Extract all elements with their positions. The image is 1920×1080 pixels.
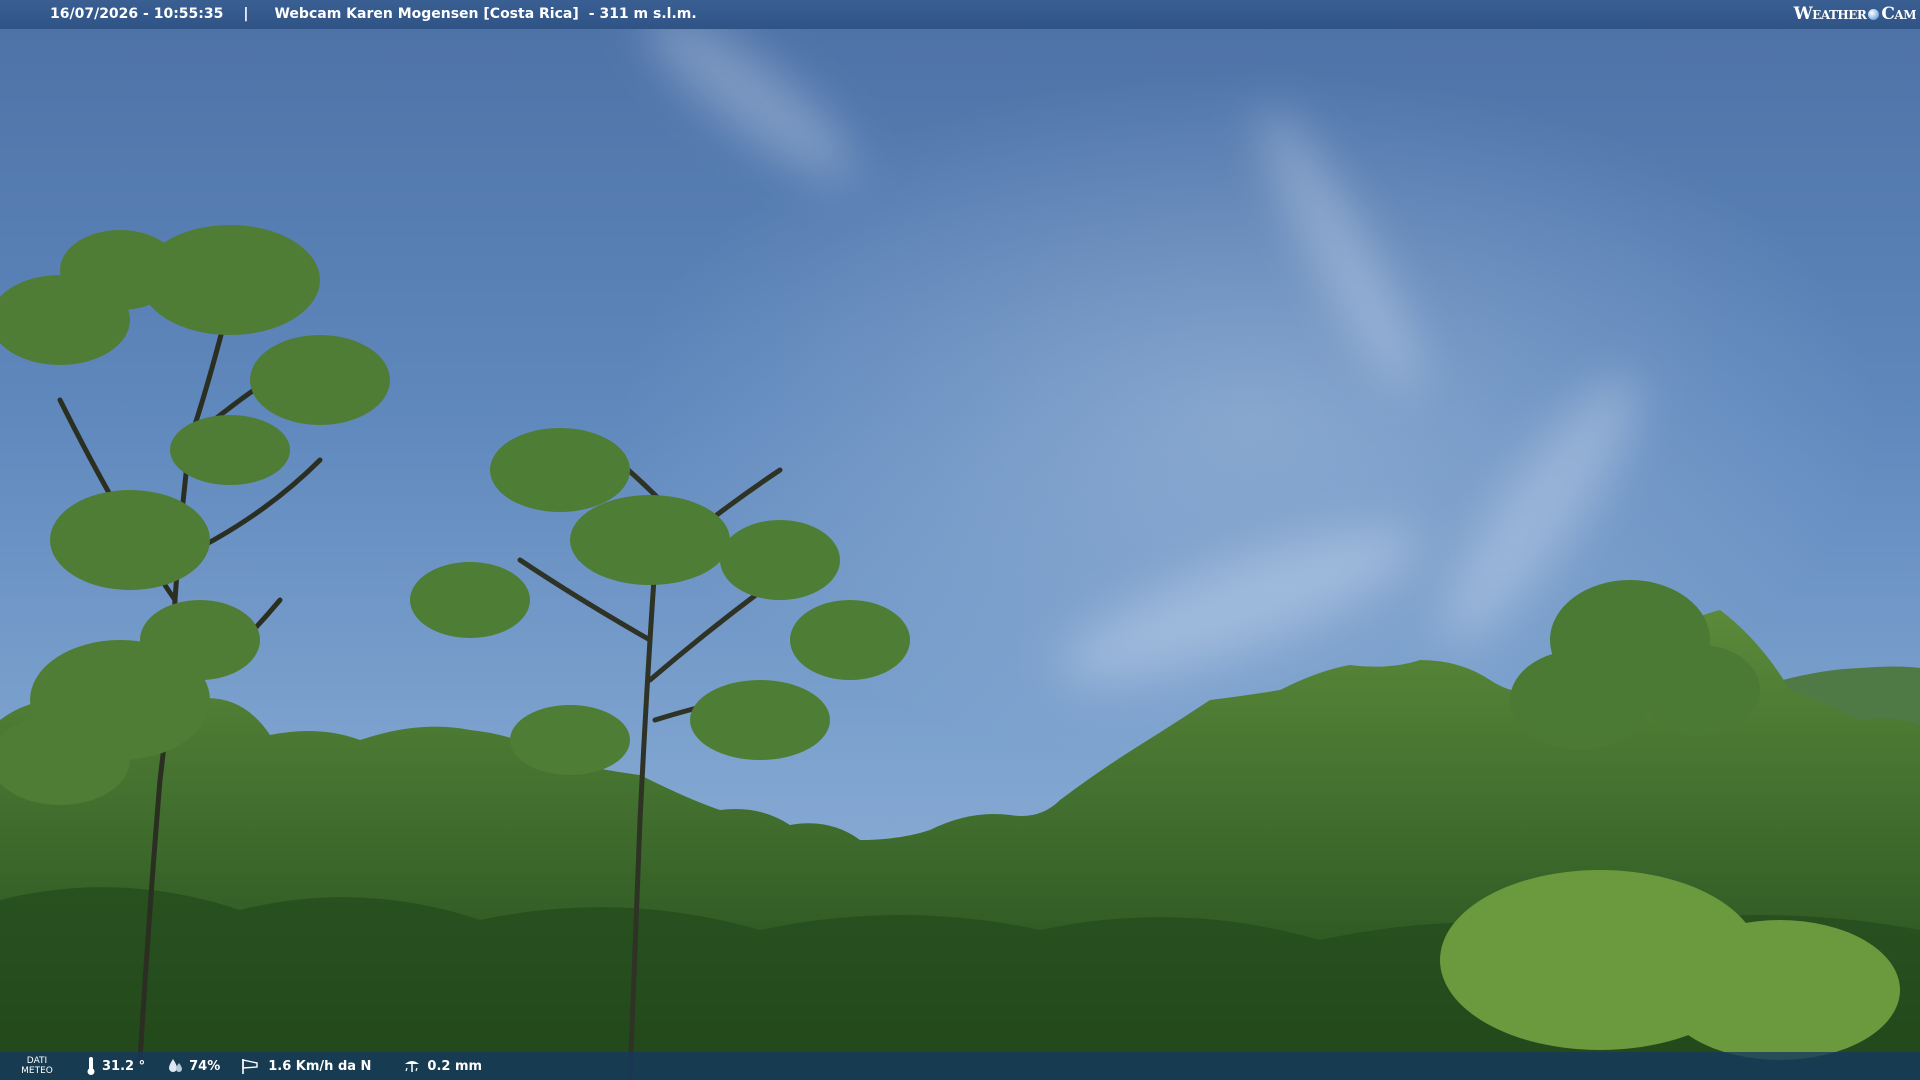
forest-scene bbox=[0, 225, 1920, 1080]
rain-value: 0.2 mm bbox=[427, 1058, 483, 1074]
timestamp: 16/07/2026 - 10:55:35 bbox=[50, 6, 224, 22]
temperature-value: 31.2 ° bbox=[102, 1058, 146, 1074]
slender-tree-center-foliage bbox=[410, 428, 910, 775]
rain-gauge-icon bbox=[405, 1061, 420, 1072]
weather-data-bar: DATI METEO 31.2 ° 74% 1.6 Km/h da N 0.2 … bbox=[0, 1052, 1920, 1080]
header-bar: 16/07/2026 - 10:55:35 | Webcam Karen Mog… bbox=[0, 0, 1920, 29]
meteo-label-line1: DATI bbox=[26, 1056, 48, 1066]
elevation: - 311 m s.l.m. bbox=[588, 6, 697, 22]
wind-value: 1.6 Km/h da N bbox=[268, 1058, 372, 1074]
humidity-reading: 74% bbox=[167, 1057, 220, 1075]
temperature-reading: 31.2 ° bbox=[86, 1056, 145, 1076]
thermometer-icon bbox=[87, 1057, 95, 1075]
logo-globe-icon bbox=[1868, 8, 1880, 20]
humidity-value: 74% bbox=[189, 1058, 221, 1074]
humidity-drop-icon bbox=[169, 1059, 183, 1072]
weathercam-logo[interactable]: Weather Cam bbox=[1794, 3, 1917, 25]
rain-reading: 0.2 mm bbox=[403, 1057, 482, 1075]
tall-tree-left-foliage bbox=[0, 225, 390, 805]
tree-right bbox=[1510, 580, 1760, 750]
wind-sock-icon bbox=[242, 1059, 258, 1074]
header-separator: | bbox=[243, 6, 249, 22]
meteo-label-line2: METEO bbox=[21, 1066, 53, 1076]
logo-text-right: Cam bbox=[1881, 3, 1916, 24]
webcam-title: Webcam Karen Mogensen [Costa Rica] bbox=[274, 6, 579, 22]
meteo-label: DATI METEO bbox=[20, 1056, 54, 1076]
wind-reading: 1.6 Km/h da N bbox=[240, 1057, 371, 1075]
logo-text-left: Weather bbox=[1793, 3, 1867, 24]
webcam-viewport: 16/07/2026 - 10:55:35 | Webcam Karen Mog… bbox=[0, 0, 1920, 1080]
